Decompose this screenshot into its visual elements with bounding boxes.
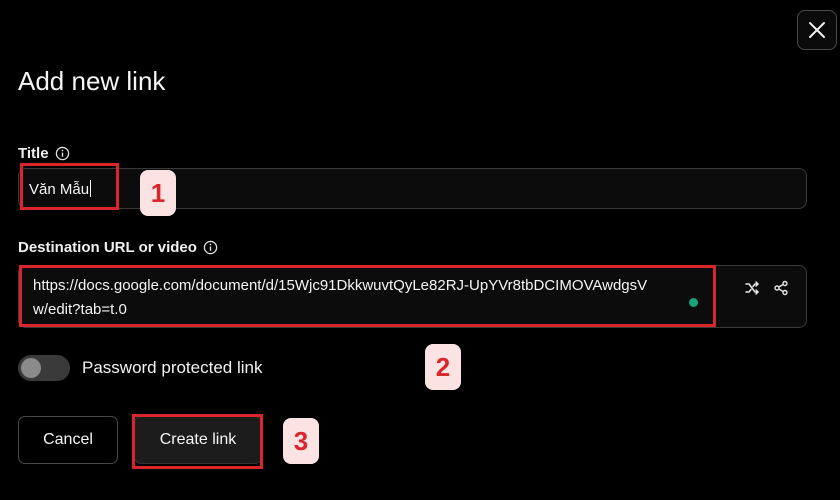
- close-button[interactable]: [797, 10, 837, 50]
- password-toggle-label: Password protected link: [82, 358, 263, 377]
- dialog-title: Add new link: [18, 66, 166, 96]
- text-caret: [90, 180, 92, 197]
- title-label: Title: [18, 145, 49, 162]
- url-input-value: https://docs.google.com/document/d/15Wjc…: [33, 274, 709, 322]
- url-label-row: Destination URL or video: [18, 239, 218, 256]
- shuffle-icon: [745, 281, 759, 295]
- info-icon[interactable]: [55, 146, 70, 161]
- url-input[interactable]: https://docs.google.com/document/d/15Wjc…: [18, 265, 807, 328]
- share-icon: [774, 280, 788, 296]
- step-badge-1: 1: [140, 170, 176, 216]
- url-label: Destination URL or video: [18, 239, 197, 256]
- url-line-2: w/edit?tab=t.0: [33, 301, 127, 318]
- toggle-knob: [21, 358, 41, 378]
- step-badge-2: 2: [425, 344, 461, 390]
- title-input-text: Văn Mẫu: [29, 181, 90, 198]
- title-input-value: Văn Mẫu: [29, 180, 92, 198]
- shuffle-button[interactable]: [742, 278, 762, 298]
- info-icon[interactable]: [203, 240, 218, 255]
- close-icon: [809, 22, 825, 38]
- url-line-1: https://docs.google.com/document/d/15Wjc…: [33, 277, 648, 294]
- create-link-button[interactable]: Create link: [134, 416, 262, 464]
- password-toggle[interactable]: [18, 355, 70, 381]
- title-input[interactable]: Văn Mẫu: [18, 168, 807, 209]
- cancel-button[interactable]: Cancel: [18, 416, 118, 464]
- step-badge-3: 3: [283, 418, 319, 464]
- status-dot: [689, 298, 698, 307]
- share-button[interactable]: [771, 278, 791, 298]
- title-label-row: Title: [18, 145, 70, 162]
